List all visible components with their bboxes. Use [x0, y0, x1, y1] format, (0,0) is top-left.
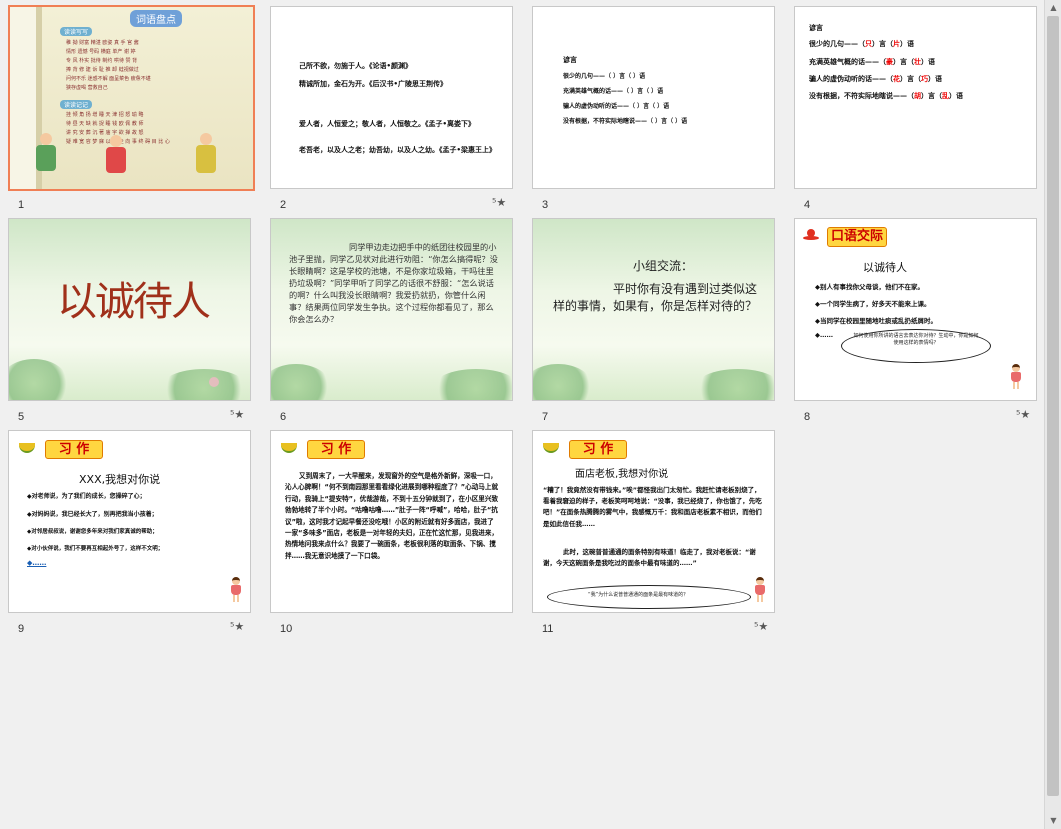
slide-title: 谚言: [563, 56, 577, 64]
quote-line: 爱人者，人恒爱之；敬人者，人恒敬之。《孟子•离娄下》: [299, 120, 475, 128]
main-title: 以诚待人: [57, 279, 211, 325]
idiom-answer: 充满英雄气概的话——（豪）言（壮）语: [809, 58, 935, 66]
review-row: 问何不乐 迷惑不解 面呈菜色 疲惫不堪: [66, 76, 151, 82]
animation-star-icon[interactable]: ⁵★: [1016, 408, 1030, 421]
animation-star-icon[interactable]: ⁵★: [230, 408, 244, 421]
girl-illustration: [1009, 364, 1023, 390]
scroll-down-icon[interactable]: ▼: [1048, 815, 1059, 827]
review-row: 专 风 朴实 批待 制约 哄待 赞 背: [66, 58, 138, 64]
essay-text: 又到周末了，一大早醒来，发现窗外的空气是格外新鲜，深吸一口，沁人心脾啊！“何不到…: [285, 472, 499, 560]
slide-number-3: 3: [542, 199, 549, 211]
quote-line: 己所不欲，勿施于人。《论语•颜渊》: [299, 62, 412, 70]
slide-number-2: 2: [280, 199, 287, 211]
slide-thumbnail-8[interactable]: 口语交际 以诚待人 ◆别人有事找你父母谈，他们不在家。 ◆一个同学生病了，好多天…: [794, 218, 1037, 401]
topic-item: ◆……: [27, 559, 47, 567]
lotus-leaf: [431, 369, 512, 400]
review-title: 词语盘点: [130, 10, 182, 27]
lotus-leaf: [693, 369, 774, 400]
hat-icon: [803, 229, 819, 241]
slide-number-11: 11: [542, 623, 554, 635]
topic-item: ◆……: [815, 331, 833, 339]
section-tag: 口语交际: [827, 227, 887, 247]
lotus-flower: [209, 377, 219, 387]
slide-number-1: 1: [18, 199, 25, 211]
slide-thumbnail-5[interactable]: 以诚待人: [8, 218, 251, 401]
review-row: 狭存虚喝 营救自己: [66, 85, 108, 91]
essay-text: “糟了！我竟然没有带钱来。”唉”都怪我出门太匆忙。我赶忙请老板别烧了，看着我窘迫…: [543, 486, 762, 528]
slide-number-5: 5: [18, 411, 25, 423]
discussion-text: 平时你有没有遇到过类似这样的事情，如果有，你是怎样对待的？: [553, 282, 758, 313]
review-section-2: 读读记记: [60, 100, 93, 109]
topic-item: ◆对邻居叔叔说，谢谢您多年来对我们家真诚的帮助；: [27, 529, 158, 535]
topic-item: ◆当同学在校园里随地吐痰或乱扔纸屑时。: [815, 317, 937, 325]
review-row: 捧 背 修 建 诉 耻 推 卸 蛙视做过: [66, 67, 139, 73]
quote-line: 老吾老，以及人之老；幼吾幼，以及人之幼。《孟子•梁惠王上》: [299, 146, 496, 154]
topic-item: ◆一个同学生病了，好多天不能来上课。: [815, 300, 931, 308]
slide-number-8: 8: [804, 411, 811, 423]
quote-line: 精诚所加，金石为开。《后汉书•广陵思王荆传》: [299, 80, 447, 88]
section-tag: 习 作: [307, 440, 365, 459]
idiom-line: 很少的几句——（ ）言（ ）语: [563, 73, 646, 80]
slide-thumbnail-2[interactable]: 己所不欲，勿施于人。《论语•颜渊》 精诚所加，金石为开。《后汉书•广陵思王荆传》…: [270, 6, 513, 189]
slide-number-7: 7: [542, 411, 549, 423]
review-row: 稚 拗 财富 精湛 欧姿 真 手 官 酱: [66, 40, 139, 46]
children-illustration: [20, 127, 250, 189]
scrollbar-thumb[interactable]: [1047, 16, 1059, 796]
slide-thumbnail-3[interactable]: 谚言 很少的几句——（ ）言（ ）语 充满英雄气概的话——（ ）言（ ）语 骗人…: [532, 6, 775, 189]
lotus-leaf: [533, 364, 593, 400]
scroll-up-icon[interactable]: ▲: [1048, 2, 1059, 14]
idiom-answer: 没有根据，不符实际地瞎说——（胡）言（乱）语: [809, 92, 963, 100]
slide-title: 以诚待人: [863, 261, 907, 274]
slide-thumbnail-6[interactable]: 同学甲边走边把手中的纸团往校园里的小池子里抛，同学乙见状对此进行劝阻：“你怎么搞…: [270, 218, 513, 401]
scenario-text: 同学甲边走边把手中的纸团往校园里的小池子里抛，同学乙见状对此进行劝阻：“你怎么搞…: [289, 242, 498, 324]
idiom-line: 没有根据，不符实际地瞎说——（ ）言（ ）语: [563, 118, 688, 125]
banana-icon: [543, 443, 559, 453]
lotus-leaf: [9, 359, 69, 400]
girl-illustration: [229, 577, 243, 603]
banana-icon: [281, 443, 297, 453]
speech-bubble: 如何使用你所讲的语言去表达你对待？生动中，你是如何使用这样的表情吗？: [841, 329, 991, 363]
slide-thumbnail-11[interactable]: 习 作 面店老板,我想对你说 “糟了！我竟然没有带钱来。”唉”都怪我出门太匆忙。…: [532, 430, 775, 613]
topic-item: ◆别人有事找你父母谈，他们不在家。: [815, 283, 924, 291]
idiom-line: 骗人的虚伪动听的话——（ ）言（ ）语: [563, 103, 670, 110]
section-tag: 习 作: [45, 440, 103, 459]
slide-number-4: 4: [804, 199, 811, 211]
slide-thumbnail-7[interactable]: 小组交流： 平时你有没有遇到过类似这样的事情，如果有，你是怎样对待的？: [532, 218, 775, 401]
lotus-leaf: [271, 364, 331, 400]
idiom-answer: 骗人的虚伪动听的话——（花）言（巧）语: [809, 75, 942, 83]
slide-thumbnail-10[interactable]: 习 作 又到周末了，一大早醒来，发现窗外的空气是格外新鲜，深吸一口，沁人心脾啊！…: [270, 430, 513, 613]
section-tag: 习 作: [569, 440, 627, 459]
discussion-title: 小组交流：: [633, 259, 694, 273]
topic-item: ◆对小伙伴说，我们不要再互相起外号了，这样不文明；: [27, 546, 164, 552]
banana-icon: [19, 443, 35, 453]
slide-title: XXX,我想对你说: [79, 473, 161, 486]
girl-illustration: [753, 577, 767, 603]
topic-item: ◆对妈妈说，我已经长大了，别再把我当小孩着；: [27, 511, 158, 518]
idiom-line: 充满英雄气概的话——（ ）言（ ）语: [563, 88, 664, 95]
animation-star-icon[interactable]: ⁵★: [230, 620, 244, 633]
lotus-leaf: [159, 369, 249, 400]
idiom-answer: 很少的几句——（只）言（片）语: [809, 40, 914, 48]
review-row: 情形 遗憾 号码 横庭 单产 谢 婷: [66, 49, 136, 55]
review-rows-1: 稚 拗 财富 精湛 欧姿 真 手 官 酱 情形 遗憾 号码 横庭 单产 谢 婷 …: [66, 39, 151, 93]
slide-number-6: 6: [280, 411, 287, 423]
slide-sorter-pane: 词语盘点 读读写写 稚 拗 财富 精湛 欧姿 真 手 官 酱 情形 遗憾 号码 …: [0, 0, 1044, 829]
slide-thumbnail-4[interactable]: 谚言 很少的几句——（只）言（片）语 充满英雄气概的话——（豪）言（壮）语 骗人…: [794, 6, 1037, 189]
animation-star-icon[interactable]: ⁵★: [754, 620, 768, 633]
slide-number-9: 9: [18, 623, 25, 635]
slide-title: 谚言: [809, 24, 823, 32]
essay-text: 此时，这碗普普通通的面条特别有味道！临走了，我对老板说：“谢谢，今天这碗面条是我…: [543, 548, 756, 568]
review-row: 挂 倾 角 扬 增 睡 天 津 招 怒 瑜 略: [66, 112, 144, 118]
slide-title: 面店老板,我想对你说: [575, 469, 669, 480]
slide-thumbnail-1[interactable]: 词语盘点 读读写写 稚 拗 财富 精湛 欧姿 真 手 官 酱 情形 遗憾 号码 …: [8, 5, 255, 191]
review-section-1: 读读写写: [60, 27, 93, 36]
topic-item: ◆对老师说，为了我们的成长，您操碎了心；: [27, 493, 146, 500]
vertical-scrollbar[interactable]: ▲ ▼: [1044, 0, 1061, 829]
animation-star-icon[interactable]: ⁵★: [492, 196, 506, 209]
speech-bubble: “我”为什么说普普通通的面条是最有味道的？: [547, 585, 751, 609]
slide-number-10: 10: [280, 623, 293, 635]
slide-thumbnail-9[interactable]: 习 作 XXX,我想对你说 ◆对老师说，为了我们的成长，您操碎了心； ◆对妈妈说…: [8, 430, 251, 613]
